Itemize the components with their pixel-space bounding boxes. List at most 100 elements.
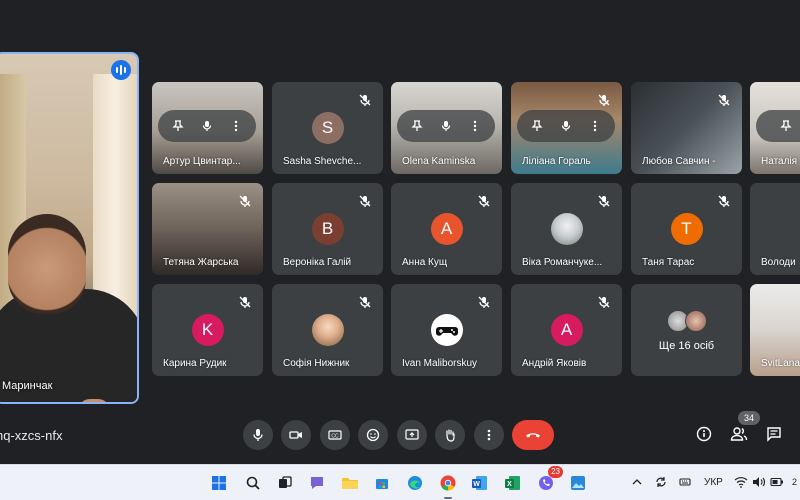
emoji-button[interactable] (358, 420, 388, 450)
participant-name: Володи (761, 257, 796, 268)
meeting-controls-bar: hq-xzcs-nfx CC 34 (0, 411, 800, 458)
pin-icon[interactable] (411, 120, 423, 132)
pin-icon[interactable] (780, 120, 792, 132)
sync-icon[interactable] (654, 475, 668, 489)
camera-button[interactable] (281, 420, 311, 450)
chat-button[interactable] (762, 422, 786, 446)
start-button[interactable] (208, 472, 230, 494)
keyboard-icon[interactable] (678, 475, 692, 489)
mic-icon[interactable] (560, 120, 572, 132)
more-participants-tile[interactable]: Ще 16 осіб (631, 284, 742, 376)
people-button[interactable] (727, 422, 751, 446)
more-icon[interactable] (589, 120, 601, 132)
wifi-icon[interactable] (734, 475, 748, 489)
more-icon[interactable] (469, 120, 481, 132)
language-indicator[interactable]: УКР (704, 477, 723, 488)
muted-mic-icon (718, 195, 730, 207)
end-call-icon (526, 433, 540, 438)
participant-tile[interactable]: A Анна Кущ (391, 183, 502, 275)
participant-name: Карина Рудик (163, 358, 227, 369)
participant-tile[interactable]: Любов Савчин - (631, 82, 742, 174)
background-curtain-right (93, 74, 137, 324)
more-icon[interactable] (230, 120, 242, 132)
participant-name: Тетяна Жарська (163, 257, 239, 268)
participant-name: Андрій Яковів (522, 358, 587, 369)
participant-tile[interactable]: SvitLana (750, 284, 800, 376)
participant-tile[interactable]: Софія Нижник (272, 284, 383, 376)
participant-tile[interactable]: S Sasha Shevche... (272, 82, 383, 174)
participant-name: Артур Цвинтар... (163, 156, 241, 167)
viber-app[interactable]: 23 (535, 466, 563, 494)
tile-hover-controls[interactable] (517, 110, 615, 142)
chat-icon (767, 427, 781, 442)
task-view-button[interactable] (274, 472, 296, 494)
participant-name: Наталія (761, 156, 798, 167)
tile-hover-controls[interactable] (158, 110, 256, 142)
photos-app[interactable] (567, 472, 589, 494)
notification-badge: 23 (548, 466, 563, 478)
excel-icon: X (505, 476, 520, 490)
file-explorer-app[interactable] (339, 472, 361, 494)
avatar-letter: S (311, 112, 344, 144)
emoji-icon (366, 428, 380, 442)
participant-name: Віка Романчуке... (522, 257, 603, 268)
avatar-photo (311, 314, 344, 346)
avatar-letter: K (191, 314, 224, 346)
more-options-button[interactable] (474, 420, 504, 450)
chevron-up-icon[interactable] (630, 475, 644, 489)
edge-app[interactable] (404, 472, 426, 494)
participant-tile[interactable]: Тетяна Жарська (152, 183, 263, 275)
store-app[interactable] (371, 472, 393, 494)
more-icon (487, 429, 491, 441)
participant-tile[interactable]: Наталія (750, 82, 800, 174)
camera-icon (289, 431, 302, 439)
self-view-tile[interactable]: Маринчак (0, 52, 139, 404)
tile-hover-controls[interactable] (397, 110, 495, 142)
mic-icon[interactable] (201, 120, 213, 132)
leave-call-button[interactable] (512, 420, 554, 450)
store-icon (376, 479, 388, 489)
self-face (8, 214, 86, 314)
participant-name: Таня Тарас (642, 257, 695, 268)
svg-text:X: X (507, 481, 512, 488)
muted-mic-icon (478, 296, 490, 308)
mic-button[interactable] (243, 420, 273, 450)
participant-tile[interactable]: Ivan Maliborskuy (391, 284, 502, 376)
hand-icon (446, 429, 455, 442)
raise-hand-button[interactable] (435, 420, 465, 450)
muted-mic-icon (359, 94, 371, 106)
word-app[interactable]: W (469, 472, 491, 494)
pin-icon[interactable] (531, 120, 543, 132)
participant-tile[interactable]: Володи (750, 183, 800, 275)
tile-hover-controls[interactable] (756, 110, 800, 142)
participant-tile[interactable]: K Карина Рудик (152, 284, 263, 376)
meeting-details-button[interactable] (692, 422, 716, 446)
participant-tile[interactable]: A Андрій Яковів (511, 284, 622, 376)
present-button[interactable] (397, 420, 427, 450)
edge-icon (408, 476, 422, 490)
participant-tile[interactable]: Артур Цвинтар... (152, 82, 263, 174)
battery-icon[interactable] (770, 475, 784, 489)
participant-tile[interactable]: Ліліана Гораль (511, 82, 622, 174)
captions-button[interactable]: CC (320, 420, 350, 450)
muted-mic-icon (359, 296, 371, 308)
chrome-app[interactable] (437, 472, 459, 499)
chat-app[interactable] (306, 472, 328, 494)
participant-tile[interactable]: B Вероніка Галій (272, 183, 383, 275)
avatar-letter: B (311, 213, 344, 245)
mic-icon[interactable] (440, 120, 452, 132)
participant-tile[interactable]: Віка Романчуке... (511, 183, 622, 275)
pin-icon[interactable] (172, 120, 184, 132)
search-button[interactable] (242, 472, 264, 494)
volume-icon[interactable] (752, 475, 766, 489)
participant-name: Анна Кущ (402, 257, 448, 268)
participant-tile[interactable]: T Таня Тарас (631, 183, 742, 275)
clock[interactable]: 2 (792, 477, 797, 487)
gamepad-avatar-icon (430, 314, 463, 346)
excel-app[interactable]: X (502, 472, 524, 494)
meeting-stage: Маринчак Артур Цвинтар... S Sasha Shevch… (0, 0, 800, 418)
participant-name: Olena Kaminska (402, 156, 476, 167)
svg-text:W: W (473, 481, 480, 488)
captions-icon: CC (328, 430, 342, 440)
participant-tile[interactable]: Olena Kaminska (391, 82, 502, 174)
